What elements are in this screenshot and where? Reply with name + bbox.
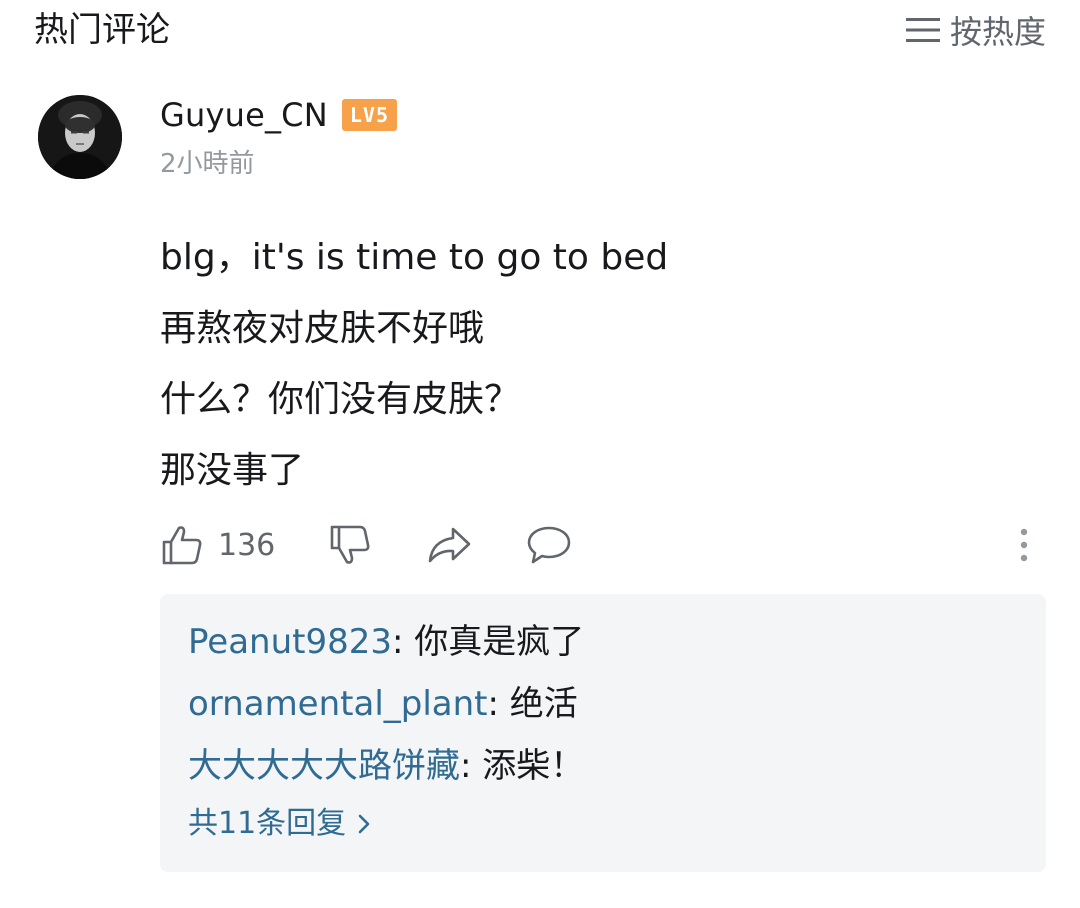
reply-item[interactable]: 大大大大大路饼藏: 添柴！ — [188, 744, 584, 788]
comment-timestamp: 2小時前 — [160, 149, 255, 179]
dislike-button[interactable] — [328, 518, 372, 572]
comment-actions: 136 — [160, 518, 1040, 572]
like-count: 136 — [218, 527, 276, 563]
reply-separator: : — [460, 746, 483, 786]
section-title: 热门评论 — [34, 10, 170, 50]
reply-item[interactable]: ornamental_plant: 绝活 — [188, 682, 578, 726]
menu-lines-icon — [905, 16, 940, 44]
speech-bubble-icon — [526, 523, 572, 567]
reply-text: 绝活 — [509, 684, 578, 724]
avatar[interactable] — [38, 95, 122, 179]
thumbs-up-icon — [160, 523, 204, 567]
comments-header: 热门评论 按热度 — [0, 0, 1080, 64]
like-button[interactable]: 136 — [160, 518, 275, 572]
comment-author-row: Guyue_CN LV5 — [160, 92, 397, 138]
reply-author[interactable]: 大大大大大路饼藏 — [188, 746, 460, 786]
reply-separator: : — [392, 622, 415, 662]
comment-line: 那没事了 — [160, 450, 305, 491]
username[interactable]: Guyue_CN — [160, 96, 328, 134]
reply-author[interactable]: Peanut9823 — [188, 622, 392, 662]
view-all-replies-link[interactable]: 共11条回复 — [188, 804, 372, 844]
comment-line: 什么？你们没有皮肤？ — [160, 379, 521, 420]
sort-label: 按热度 — [949, 13, 1046, 51]
reply-text: 你真是疯了 — [414, 622, 585, 662]
reply-item[interactable]: Peanut9823: 你真是疯了 — [188, 620, 584, 664]
more-replies-label: 共11条回复 — [188, 806, 347, 841]
more-vertical-icon — [1012, 523, 1036, 567]
reply-separator: : — [487, 684, 510, 724]
comment-line: 再熬夜对皮肤不好哦 — [160, 308, 485, 349]
replies-preview[interactable]: Peanut9823: 你真是疯了 ornamental_plant: 绝活 大… — [160, 594, 1046, 872]
comment-line: blg，it's is time to go to bed — [160, 237, 669, 278]
reply-author[interactable]: ornamental_plant — [188, 684, 488, 724]
share-button[interactable] — [426, 518, 472, 572]
chevron-right-icon — [356, 811, 372, 837]
reply-text: 添柴！ — [482, 746, 585, 786]
thumbs-down-icon — [328, 523, 372, 567]
share-arrow-icon — [426, 523, 472, 567]
comment-body: blg，it's is time to go to bed 再熬夜对皮肤不好哦 … — [160, 222, 1040, 506]
level-badge: LV5 — [341, 99, 397, 131]
reply-button[interactable] — [526, 518, 572, 572]
more-options-button[interactable] — [1012, 518, 1036, 572]
sort-button[interactable]: 按热度 — [905, 8, 1046, 52]
